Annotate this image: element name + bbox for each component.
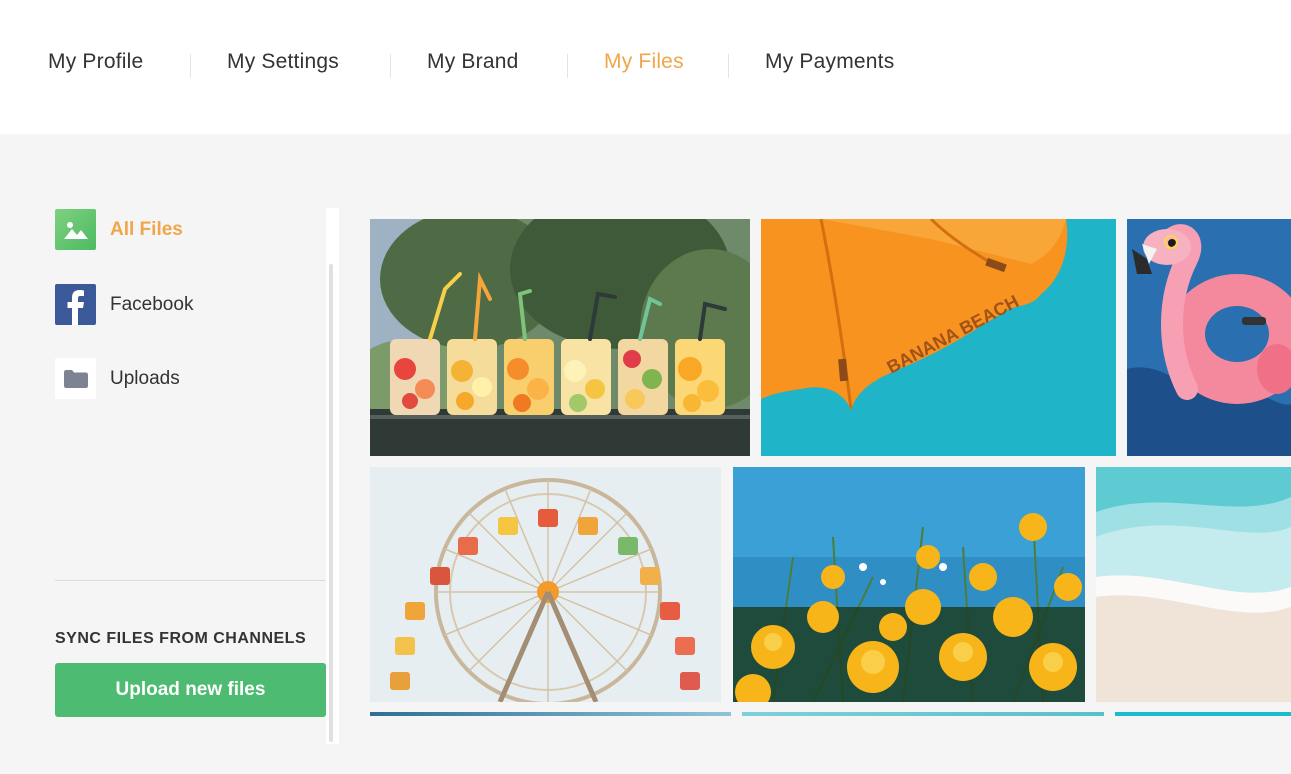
nav-my-payments[interactable]: My Payments <box>765 50 894 74</box>
facebook-icon <box>55 284 96 325</box>
sidebar-scrollbar[interactable] <box>326 208 339 744</box>
top-navigation: My Profile My Settings My Brand My Files… <box>0 0 1291 134</box>
sidebar-item-label: Facebook <box>110 294 194 315</box>
sidebar-item-all-files[interactable]: All Files <box>55 209 315 250</box>
photo-beach-waves[interactable] <box>1096 467 1291 702</box>
nav-separator <box>390 54 391 78</box>
sync-files-heading: SYNC FILES FROM CHANNELS <box>55 630 307 647</box>
photo-thumbnail-partial[interactable] <box>1115 712 1291 716</box>
nav-my-settings[interactable]: My Settings <box>227 50 339 74</box>
photo-thumbnail-partial[interactable] <box>370 712 731 716</box>
folder-icon <box>55 358 96 399</box>
scrollbar-thumb[interactable] <box>329 264 333 742</box>
photo-fruit-drinks[interactable] <box>370 219 750 456</box>
photo-banana-beach-umbrella[interactable]: BANANA BEACH <box>761 219 1116 456</box>
photo-ferris-wheel[interactable] <box>370 467 721 702</box>
sidebar-divider <box>55 580 325 581</box>
upload-new-files-button[interactable]: Upload new files <box>55 663 326 717</box>
sidebar-item-facebook[interactable]: Facebook <box>55 284 315 325</box>
sidebar-item-uploads[interactable]: Uploads <box>55 358 315 399</box>
nav-my-brand[interactable]: My Brand <box>427 50 518 74</box>
sidebar-item-label: All Files <box>110 219 183 240</box>
image-icon <box>55 209 96 250</box>
nav-separator <box>567 54 568 78</box>
sidebar-item-label: Uploads <box>110 368 180 389</box>
nav-separator <box>728 54 729 78</box>
nav-my-profile[interactable]: My Profile <box>48 50 143 74</box>
nav-separator <box>190 54 191 78</box>
photo-yellow-poppies[interactable] <box>733 467 1085 702</box>
photo-flamingo-float[interactable] <box>1127 219 1291 456</box>
nav-my-files[interactable]: My Files <box>604 50 684 74</box>
photo-thumbnail-partial[interactable] <box>742 712 1104 716</box>
